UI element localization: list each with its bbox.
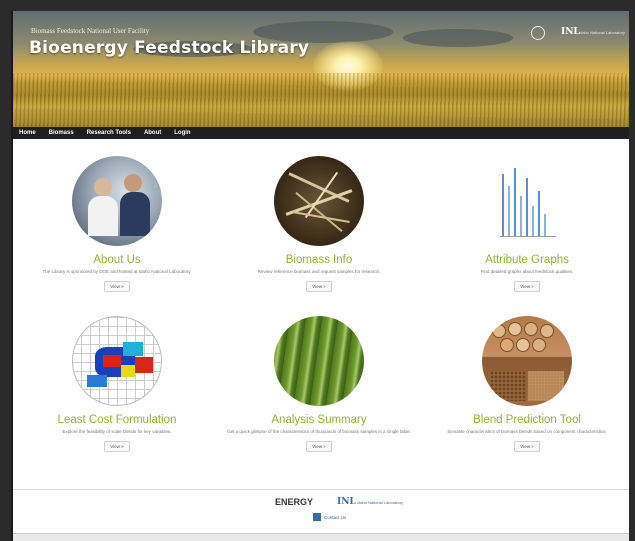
nav-home[interactable]: Home (19, 130, 36, 136)
inl-logo-subtitle: Idaho National Laboratory (579, 30, 626, 35)
card-biomass-info: Biomass Info Review reference biomass an… (219, 156, 419, 293)
card-description: The Library is sponsored by DOE and host… (42, 269, 192, 274)
view-button[interactable]: View » (514, 281, 540, 292)
biomass-straw-photo-icon (274, 156, 364, 246)
nav-login[interactable]: Login (174, 130, 190, 136)
mail-icon (313, 513, 321, 521)
inl-logo[interactable]: INL (561, 27, 580, 37)
page-bottom-bar (13, 533, 629, 541)
contact-us-link[interactable]: Contact Us (313, 513, 346, 521)
doe-energy-logo[interactable]: ENERGY (275, 497, 313, 507)
card-description: Explore the feasibility of scale blends … (62, 429, 172, 434)
card-least-cost-formulation: Least Cost Formulation Explore the feasi… (17, 316, 217, 453)
browser-page: Biomass Feedstock National User Facility… (11, 11, 629, 541)
card-analysis-summary: Analysis Summary Get a quick glimpse of … (219, 316, 419, 453)
view-button[interactable]: View » (306, 441, 332, 452)
wood-pellets-photo-icon (482, 316, 572, 406)
card-description: Review reference biomass and request sam… (257, 269, 381, 274)
card-attribute-graphs: Attribute Graphs Find detailed graphs ab… (427, 156, 627, 293)
footer-divider (13, 489, 629, 490)
card-title[interactable]: Least Cost Formulation (17, 414, 217, 426)
heat-map-image-icon (72, 316, 162, 406)
main-nav: Home Biomass Research Tools About Login (13, 127, 629, 139)
contact-us-label: Contact Us (324, 514, 347, 520)
card-title[interactable]: Analysis Summary (219, 414, 419, 426)
doe-seal-icon[interactable] (531, 26, 545, 40)
footer-inl-subtitle: Idaho National Laboratory (357, 500, 404, 505)
card-blend-prediction-tool: Blend Prediction Tool Simulate character… (427, 316, 627, 453)
plant-stalks-photo-icon (274, 316, 364, 406)
view-button[interactable]: View » (306, 281, 332, 292)
site-title[interactable]: Bioenergy Feedstock Library (29, 38, 309, 58)
researchers-photo-icon (72, 156, 162, 246)
card-description: Get a quick glimpse of the characteristi… (227, 429, 411, 434)
wheat-field (13, 73, 629, 127)
hero-banner: Biomass Feedstock National User Facility… (13, 11, 629, 127)
view-button[interactable]: View » (104, 441, 130, 452)
view-button[interactable]: View » (104, 281, 130, 292)
card-title[interactable]: Attribute Graphs (427, 254, 627, 266)
card-about-us: About Us The Library is sponsored by DOE… (17, 156, 217, 293)
nav-about[interactable]: About (144, 130, 161, 136)
cloud-shape (403, 29, 513, 47)
card-title[interactable]: Blend Prediction Tool (427, 414, 627, 426)
footer-inl-logo[interactable]: INL (337, 497, 356, 507)
card-title[interactable]: Biomass Info (219, 254, 419, 266)
card-title[interactable]: About Us (17, 254, 217, 266)
site-kicker: Biomass Feedstock National User Facility (31, 27, 150, 35)
nav-research-tools[interactable]: Research Tools (87, 130, 131, 136)
card-description: Find detailed graphs about feedstock qua… (480, 269, 574, 274)
view-button[interactable]: View » (514, 441, 540, 452)
bar-graph-image-icon (482, 156, 572, 246)
card-description: Simulate characteristics of biomass blen… (447, 429, 607, 434)
nav-biomass[interactable]: Biomass (49, 130, 74, 136)
